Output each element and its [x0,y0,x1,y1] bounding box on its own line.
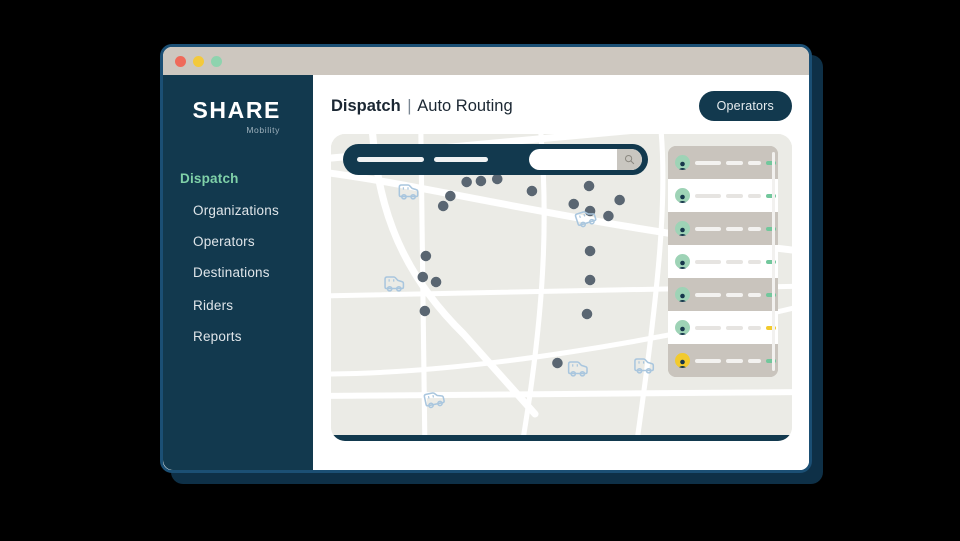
title-bar [163,47,809,75]
page-title-primary: Dispatch [331,97,401,115]
panel-scrollbar[interactable] [772,152,775,371]
close-button[interactable] [175,56,186,67]
logo-wordmark: SHARE [163,99,281,122]
sidebar-item-label: Reports [193,329,242,344]
minimize-button[interactable] [193,56,204,67]
table-row[interactable] [668,311,778,344]
row-cell-extra [748,293,761,297]
row-cell-name [695,260,721,264]
sidebar-item-destinations[interactable]: Destinations [193,265,313,280]
sidebar: SHARE Mobility Dispatch Organizations Op… [163,75,313,470]
page-title: Dispatch | Auto Routing [331,97,513,116]
maximize-button[interactable] [211,56,222,67]
operators-button[interactable]: Operators [699,91,792,121]
row-cell-extra [748,359,761,363]
sidebar-item-label: Destinations [193,265,270,280]
sidebar-item-label: Dispatch [180,171,239,186]
app-body: SHARE Mobility Dispatch Organizations Op… [163,75,809,470]
main-content: Dispatch | Auto Routing Operators [313,75,809,470]
row-cell-extra [748,326,761,330]
sidebar-nav: Dispatch Organizations Operators Destina… [163,171,313,344]
table-row[interactable] [668,146,778,179]
magnifier-icon [624,154,635,165]
row-cell-name [695,326,721,330]
sidebar-item-dispatch[interactable]: Dispatch [180,171,313,186]
page-title-secondary: Auto Routing [417,97,512,115]
search-input[interactable] [529,149,642,170]
sidebar-item-reports[interactable]: Reports [193,329,313,344]
sidebar-item-riders[interactable]: Riders [193,298,313,313]
row-cell-name [695,194,721,198]
map-card[interactable] [331,134,792,441]
row-cell-detail [726,227,743,231]
row-cell-name [695,359,721,363]
sidebar-item-operators[interactable]: Operators [193,234,313,249]
sidebar-item-label: Riders [193,298,233,313]
table-row[interactable] [668,344,778,377]
avatar [675,353,690,368]
row-cell-detail [726,359,743,363]
window-frame: SHARE Mobility Dispatch Organizations Op… [160,44,812,473]
sidebar-item-label: Organizations [193,203,279,218]
avatar [675,155,690,170]
logo-tagline: Mobility [163,125,281,135]
avatar [675,188,690,203]
page-header: Dispatch | Auto Routing Operators [331,91,792,121]
avatar [675,254,690,269]
avatar [675,320,690,335]
avatar [675,287,690,302]
table-row[interactable] [668,212,778,245]
row-cell-extra [748,194,761,198]
table-row[interactable] [668,278,778,311]
row-cell-extra [748,227,761,231]
row-cell-detail [726,260,743,264]
sidebar-item-organizations[interactable]: Organizations [193,203,313,218]
app-logo: SHARE Mobility [163,99,313,135]
page-title-separator: | [407,97,411,115]
row-cell-name [695,227,721,231]
operator-list-panel[interactable] [668,146,778,377]
table-row[interactable] [668,245,778,278]
map-search-toolbar [343,144,648,175]
avatar [675,221,690,236]
row-cell-name [695,161,721,165]
row-cell-name [695,293,721,297]
row-cell-detail [726,194,743,198]
table-row[interactable] [668,179,778,212]
row-cell-extra [748,260,761,264]
search-icon[interactable] [617,149,642,170]
sidebar-item-label: Operators [193,234,255,249]
filter-placeholder-two[interactable] [434,157,488,162]
row-cell-detail [726,326,743,330]
row-cell-detail [726,161,743,165]
filter-placeholder-one[interactable] [357,157,424,162]
row-cell-extra [748,161,761,165]
browser-window: SHARE Mobility Dispatch Organizations Op… [160,44,823,484]
row-cell-detail [726,293,743,297]
